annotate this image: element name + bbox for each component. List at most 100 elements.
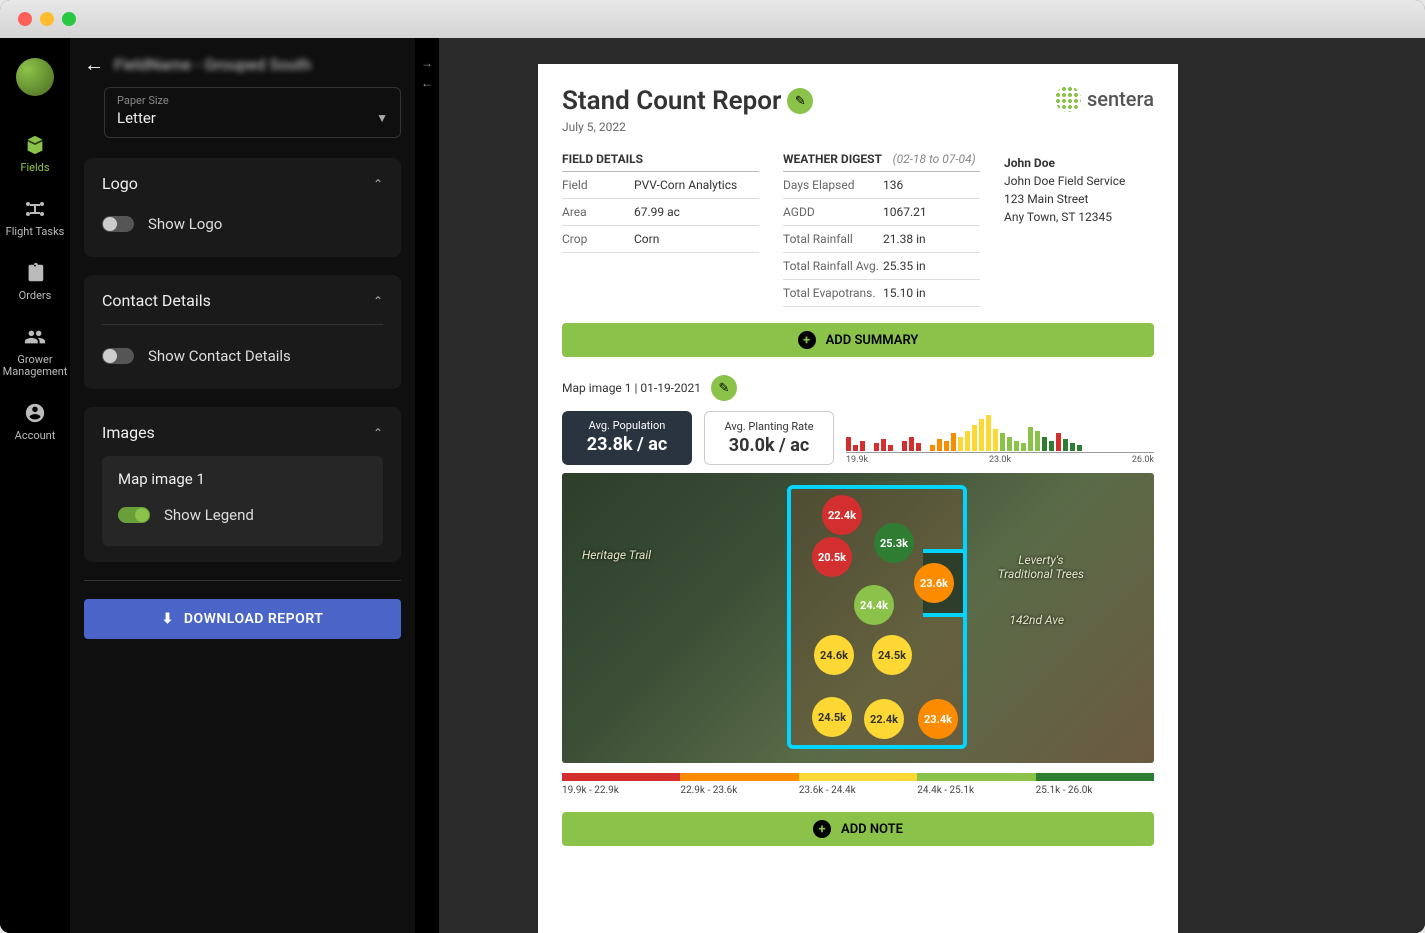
map-image-title: Map image 1 — [118, 470, 367, 488]
sidebar-item-account[interactable]: Account — [15, 400, 56, 442]
stat-value: 30.0k / ac — [719, 435, 819, 456]
section-title: Contact Details — [102, 291, 211, 310]
histo-bar — [846, 437, 851, 451]
show-logo-toggle[interactable] — [102, 216, 134, 232]
field-map: Heritage Trail Leverty's Traditional Tre… — [562, 473, 1154, 763]
histo-bar — [1070, 443, 1075, 451]
contact-company: John Doe Field Service — [1004, 172, 1154, 190]
button-label: ADD SUMMARY — [826, 333, 919, 348]
arrow-right-icon: → — [421, 56, 433, 70]
histo-bar — [972, 425, 977, 451]
logo-section-header[interactable]: Logo ⌃ — [102, 174, 383, 193]
maximize-window-icon[interactable] — [62, 12, 76, 26]
paper-size-select[interactable]: Paper Size Letter ▼ — [104, 87, 401, 138]
row-value: 1067.21 — [883, 205, 927, 219]
contact-column: John Doe John Doe Field Service 123 Main… — [1004, 152, 1154, 307]
sidebar-item-fields[interactable]: Fields — [20, 132, 49, 174]
histo-bar — [965, 431, 970, 451]
app-body: Fields Flight Tasks Orders Grower Manage… — [0, 38, 1425, 933]
contact-city: Any Town, ST 12345 — [1004, 208, 1154, 226]
stat-label: Avg. Planting Rate — [719, 420, 819, 433]
settings-panel: ← FieldName - Grouped South Paper Size L… — [70, 38, 415, 933]
logo-section: Logo ⌃ Show Logo — [84, 158, 401, 257]
map-text-ave: 142nd Ave — [1009, 613, 1064, 627]
report-document: Stand Count Repor ✎ July 5, 2022 sentera… — [538, 64, 1178, 933]
chevron-up-icon: ⌃ — [373, 294, 383, 308]
weather-column: WEATHER DIGEST (02-18 to 07-04) Days Ela… — [783, 152, 980, 307]
map-data-circle: 20.5k — [812, 537, 852, 577]
contact-section-header[interactable]: Contact Details ⌃ — [102, 291, 383, 310]
histo-bar — [902, 441, 907, 451]
right-margin — [1277, 38, 1425, 933]
back-arrow-icon[interactable]: ← — [84, 52, 104, 77]
add-summary-button[interactable]: + ADD SUMMARY — [562, 323, 1154, 357]
map-data-circle: 23.4k — [918, 699, 958, 739]
report-date: July 5, 2022 — [562, 120, 813, 134]
sentera-mark-icon — [1055, 86, 1081, 112]
field-details-heading: FIELD DETAILS — [562, 152, 759, 172]
plus-icon: + — [813, 820, 831, 838]
map-data-circle: 22.4k — [864, 699, 904, 739]
row-key: Total Evapotrans. — [783, 286, 883, 300]
stat-value: 23.8k / ac — [576, 434, 678, 455]
show-contact-toggle[interactable] — [102, 348, 134, 364]
row-value: 25.35 in — [883, 259, 926, 273]
close-window-icon[interactable] — [18, 12, 32, 26]
histo-bar — [944, 441, 949, 451]
histo-bar — [1028, 427, 1033, 451]
row-key: Area — [562, 205, 634, 219]
sidebar-item-grower-management[interactable]: Grower Management — [3, 324, 68, 378]
map-image-label: Map image 1 | 01-19-2021 — [562, 381, 701, 395]
show-legend-toggle[interactable] — [118, 507, 150, 523]
legend-bar — [562, 773, 1154, 781]
map-data-circle: 25.3k — [874, 523, 914, 563]
chevron-up-icon: ⌃ — [373, 177, 383, 191]
histo-bar — [853, 445, 858, 451]
legend-label: 25.1k - 26.0k — [1036, 785, 1154, 796]
sidebar-item-orders[interactable]: Orders — [19, 260, 52, 302]
toggle-label: Show Logo — [148, 215, 222, 233]
histo-bar — [1077, 445, 1082, 451]
sidebar-label: Fields — [20, 162, 49, 174]
section-title: Images — [102, 423, 155, 442]
histo-bar — [951, 433, 956, 451]
arrow-left-icon: ← — [421, 76, 433, 90]
row-value: 136 — [883, 178, 903, 192]
download-report-button[interactable]: ⬇ DOWNLOAD REPORT — [84, 599, 401, 639]
histo-bar — [1021, 443, 1026, 451]
brand-text: sentera — [1087, 87, 1154, 111]
contact-section: Contact Details ⌃ Show Contact Details — [84, 275, 401, 389]
sidebar-label: Grower Management — [3, 354, 68, 378]
axis-tick: 26.0k — [1132, 455, 1154, 465]
images-section-header[interactable]: Images ⌃ — [102, 423, 383, 442]
paper-size-label: Paper Size — [117, 94, 388, 107]
legend-segment — [562, 773, 680, 781]
button-label: DOWNLOAD REPORT — [184, 611, 324, 627]
download-icon: ⬇ — [162, 611, 174, 627]
histo-bar — [1035, 431, 1040, 451]
app-logo-icon[interactable] — [16, 58, 54, 96]
legend-labels: 19.9k - 22.9k22.9k - 23.6k23.6k - 24.4k2… — [562, 785, 1154, 796]
axis-tick: 19.9k — [846, 455, 868, 465]
chevron-down-icon: ▼ — [376, 111, 388, 125]
row-key: AGDD — [783, 205, 883, 219]
minimize-window-icon[interactable] — [40, 12, 54, 26]
legend-segment — [680, 773, 798, 781]
histogram: 19.9k 23.0k 26.0k — [846, 411, 1154, 465]
sidebar-item-flight-tasks[interactable]: Flight Tasks — [6, 196, 65, 238]
row-value: PVV-Corn Analytics — [634, 178, 737, 192]
histo-bar — [1063, 439, 1068, 451]
map-data-circle: 24.4k — [854, 585, 894, 625]
expand-tab[interactable]: → ← — [415, 38, 439, 933]
histo-bar — [930, 445, 935, 451]
edit-title-button[interactable]: ✎ — [787, 88, 813, 114]
report-title: Stand Count Repor — [562, 86, 781, 116]
edit-map-button[interactable]: ✎ — [711, 375, 737, 401]
legend-segment — [1036, 773, 1154, 781]
field-row: CropCorn — [562, 226, 759, 253]
field-row: Area67.99 ac — [562, 199, 759, 226]
map-text-heritage: Heritage Trail — [582, 548, 651, 562]
add-note-button[interactable]: + ADD NOTE — [562, 812, 1154, 846]
sidebar-label: Orders — [19, 290, 52, 302]
row-key: Total Rainfall Avg. — [783, 259, 883, 273]
